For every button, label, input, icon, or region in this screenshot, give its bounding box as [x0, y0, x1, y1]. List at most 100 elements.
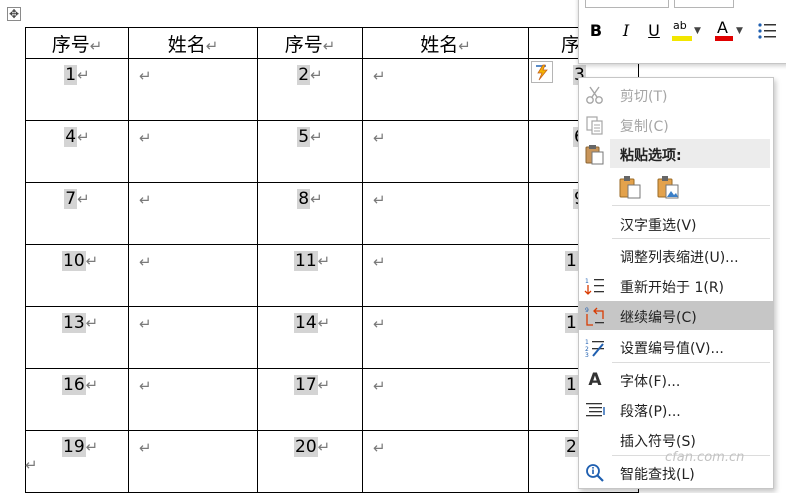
continue-numbering-icon: 9 — [585, 307, 604, 326]
header-cell[interactable]: 姓名↵ — [362, 27, 529, 59]
set-number-value-icon: 1 2 3 — [585, 339, 604, 358]
number-cell[interactable]: 10↵ — [25, 244, 129, 307]
paste-keep-formatting-icon — [619, 176, 641, 199]
paragraph-mark: ↵ — [317, 438, 331, 456]
number-cell[interactable]: 8↵ — [257, 182, 363, 245]
paragraph-mark: ↵ — [139, 191, 152, 209]
font-size-box[interactable] — [674, 0, 734, 8]
italic-button[interactable]: I — [617, 20, 635, 42]
paragraph-mark: ↵ — [77, 66, 90, 84]
name-cell[interactable]: ↵ — [362, 120, 529, 183]
paragraph-mark: ↵ — [373, 67, 386, 85]
paragraph-mark: ↵ — [373, 191, 386, 209]
highlight-color-bar — [672, 36, 692, 41]
paragraph-mark: ↵ — [310, 190, 323, 208]
header-text: 序号 — [284, 33, 323, 56]
menu-item-restart-at-1[interactable]: 1 重新开始于 1(R) — [579, 271, 773, 300]
menu-item-continue-numbering[interactable]: 9 继续编号(C) — [579, 301, 773, 330]
smart-lookup-icon — [586, 464, 604, 482]
paragraph-mark: ↵ — [77, 128, 90, 146]
bullet-list-icon — [758, 23, 776, 39]
name-cell[interactable]: ↵ — [128, 368, 258, 431]
mini-toolbar: B I U ab ▼ A ▼ — [578, 0, 786, 64]
paragraph-mark: ↵ — [89, 36, 103, 55]
number-cell[interactable]: 2↵ — [257, 58, 363, 121]
paragraph-mark: ↵ — [205, 36, 219, 55]
highlight-button[interactable]: ab ▼ — [671, 19, 701, 42]
menu-separator — [612, 362, 770, 363]
name-cell[interactable]: ↵ — [128, 244, 258, 307]
number-cell[interactable]: 5↵ — [257, 120, 363, 183]
bold-button[interactable]: B — [587, 20, 605, 42]
menu-separator — [612, 238, 770, 239]
list-number: 5 — [297, 127, 311, 147]
menu-item-reselect-hanzi[interactable]: 汉字重选(V) — [579, 209, 773, 238]
menu-item-cut[interactable]: 剪切(T) — [579, 80, 773, 109]
name-cell[interactable]: ↵ — [128, 430, 258, 493]
header-cell[interactable]: 姓名↵ — [128, 27, 258, 59]
menu-item-paragraph[interactable]: 段落(P)... — [579, 395, 773, 424]
list-number: 10 — [62, 251, 86, 271]
menu-item-font[interactable]: A 字体(F)... — [579, 365, 773, 394]
font-color-button[interactable]: A ▼ — [713, 18, 743, 42]
header-cell[interactable]: 序号↵ — [257, 27, 363, 59]
number-cell[interactable]: 14↵ — [257, 306, 363, 369]
list-number: 13 — [62, 313, 86, 333]
table-row: 13↵ ↵ 14↵ ↵ 15 — [25, 306, 639, 369]
paste-picture-button[interactable] — [655, 174, 681, 200]
font-name-box[interactable] — [585, 0, 669, 8]
name-cell[interactable]: ↵ — [362, 368, 529, 431]
list-number: 1 — [64, 65, 78, 85]
menu-item-label: 调整列表缩进(U)... — [620, 250, 739, 266]
menu-item-label: 段落(P)... — [620, 404, 681, 420]
header-cell[interactable]: 序号↵ — [25, 27, 129, 59]
paragraph-mark: ↵ — [373, 129, 386, 147]
menu-item-set-numbering-value[interactable]: 1 2 3 设置编号值(V)... — [579, 332, 773, 361]
name-cell[interactable]: ↵ — [362, 430, 529, 493]
bullets-button[interactable] — [757, 20, 786, 42]
paste-icon — [585, 145, 604, 165]
number-cell[interactable]: 20↵ — [257, 430, 363, 493]
autocorrect-options-button[interactable] — [531, 61, 553, 83]
paragraph-mark: ↵ — [317, 252, 331, 270]
menu-item-adjust-list-indents[interactable]: 调整列表缩进(U)... — [579, 241, 773, 270]
number-cell[interactable]: 7↵ — [25, 182, 129, 245]
paragraph-mark: ↵ — [85, 252, 99, 270]
paste-keep-source-formatting-button[interactable] — [617, 174, 643, 200]
number-cell[interactable]: 1↵ — [25, 58, 129, 121]
paragraph-mark: ↵ — [77, 190, 90, 208]
number-cell[interactable]: 19↵ — [25, 430, 129, 493]
table-row: 4↵ ↵ 5↵ ↵ 6 — [25, 120, 639, 183]
header-text: 姓名 — [420, 33, 459, 56]
name-cell[interactable]: ↵ — [128, 182, 258, 245]
name-cell[interactable]: ↵ — [362, 58, 529, 121]
menu-item-label: 继续编号(C) — [620, 310, 697, 326]
list-number: 4 — [64, 127, 78, 147]
paragraph-mark: ↵ — [310, 66, 323, 84]
paragraph-mark: ↵ — [85, 314, 99, 332]
number-cell[interactable]: 17↵ — [257, 368, 363, 431]
underline-button[interactable]: U — [645, 20, 663, 42]
list-number: 7 — [64, 189, 78, 209]
lightning-icon — [536, 64, 548, 81]
table-move-handle[interactable]: ✥ — [7, 7, 21, 21]
paragraph-mark: ↵ — [317, 376, 331, 394]
name-cell[interactable]: ↵ — [128, 58, 258, 121]
number-cell[interactable]: 16↵ — [25, 368, 129, 431]
list-number: 2 — [297, 65, 311, 85]
number-cell[interactable]: 4↵ — [25, 120, 129, 183]
number-cell[interactable]: 13↵ — [25, 306, 129, 369]
name-cell[interactable]: ↵ — [128, 120, 258, 183]
watermark: cfan.com.cn — [665, 450, 745, 465]
number-cell[interactable]: 11↵ — [257, 244, 363, 307]
name-cell[interactable]: ↵ — [128, 306, 258, 369]
name-cell[interactable]: ↵ — [362, 306, 529, 369]
paragraph-mark: ↵ — [25, 456, 38, 474]
menu-item-label: 复制(C) — [620, 119, 669, 135]
menu-item-label: 剪切(T) — [620, 89, 668, 105]
menu-item-copy[interactable]: 复制(C) — [579, 110, 773, 139]
name-cell[interactable]: ↵ — [362, 244, 529, 307]
paragraph-mark: ↵ — [85, 376, 99, 394]
name-cell[interactable]: ↵ — [362, 182, 529, 245]
list-number: 17 — [294, 375, 318, 395]
